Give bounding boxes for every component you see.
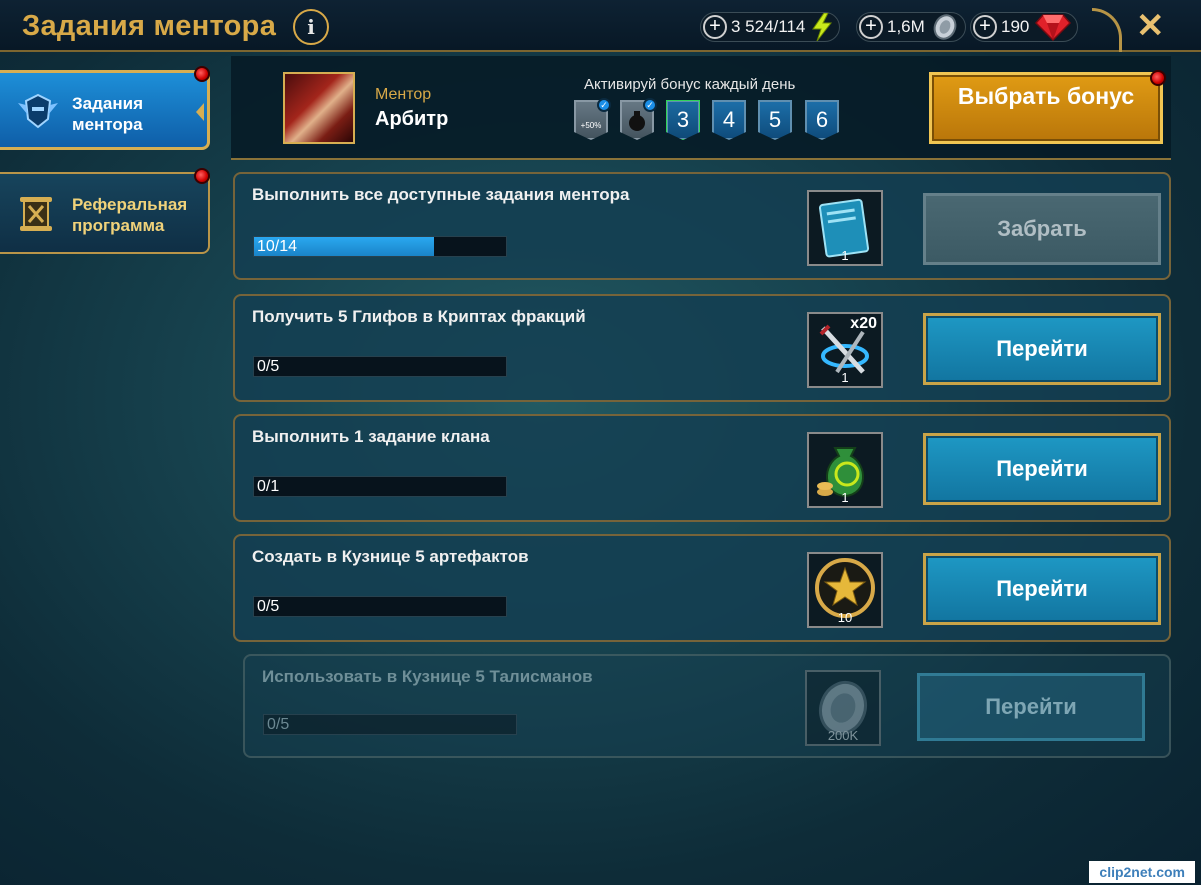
sidebar-item-label: Реферальная программа	[72, 195, 188, 235]
top-bar: Задания ментора i + 3 524/114 + 1,6M + 1…	[0, 0, 1201, 52]
energy-value: 3 524/114	[731, 17, 806, 36]
reward-slot[interactable]: 1	[807, 190, 883, 266]
notification-dot	[194, 168, 210, 184]
mentor-name: Арбитр	[375, 108, 449, 130]
reward-count: 10	[837, 610, 853, 625]
gems-counter: + 190	[970, 12, 1079, 42]
notification-dot	[1150, 70, 1166, 86]
bonus-day-3[interactable]: 3	[666, 100, 700, 140]
reward-slot[interactable]: 1	[807, 432, 883, 508]
reward-slot[interactable]: 200K	[805, 670, 881, 746]
claim-button[interactable]: Забрать	[923, 193, 1161, 265]
page-title: Задания ментора	[22, 10, 277, 42]
progress-bar: 0/5	[263, 714, 517, 735]
add-gems-button[interactable]: +	[973, 15, 997, 39]
progress-bar: 0/1	[253, 476, 507, 497]
bonus-title: Активируй бонус каждый день	[584, 76, 796, 93]
quest-row: Выполнить 1 задание клана 0/1 1 Перейти	[233, 414, 1171, 522]
coin-icon	[933, 14, 957, 40]
mentor-panel: Ментор Арбитр Активируй бонус каждый ден…	[231, 56, 1171, 160]
notification-dot	[194, 66, 210, 82]
mentor-label: Ментор	[375, 86, 432, 103]
go-button[interactable]: Перейти	[923, 553, 1161, 625]
sidebar-item-referral[interactable]: Реферальная программа	[0, 172, 210, 254]
ruby-icon	[1035, 14, 1072, 41]
reward-count: 1	[841, 490, 849, 505]
bonus-day-label: +50%	[580, 121, 602, 130]
bonus-day-5[interactable]: 5	[758, 100, 792, 140]
sidebar-item-label: Задания ментора	[72, 94, 143, 134]
check-icon: ✓	[643, 98, 657, 112]
lightning-icon	[812, 13, 833, 41]
add-silver-button[interactable]: +	[859, 15, 883, 39]
quest-title: Выполнить 1 задание клана	[252, 427, 490, 446]
silver-counter: + 1,6M	[856, 12, 966, 42]
gems-value: 190	[1001, 17, 1030, 36]
energy-counter: + 3 524/114	[700, 12, 841, 42]
progress-bar: 0/5	[253, 356, 507, 377]
quest-row: Использовать в Кузнице 5 Талисманов 0/5 …	[243, 654, 1171, 758]
scroll-icon	[20, 197, 52, 231]
corner-ornament	[1092, 8, 1122, 52]
quest-title: Получить 5 Глифов в Криптах фракций	[252, 307, 586, 326]
sidebar-item-mentor-tasks[interactable]: Задания ментора	[0, 70, 210, 150]
close-button[interactable]: ✕	[1136, 6, 1165, 46]
reward-count: 1	[841, 370, 849, 385]
active-arrow-icon	[196, 103, 204, 121]
go-button[interactable]: Перейти	[917, 673, 1145, 741]
progress-text: 10/14	[257, 238, 298, 255]
reward-count: 1	[841, 248, 849, 263]
quest-row: Создать в Кузнице 5 артефактов 0/5 10 Пе…	[233, 534, 1171, 642]
watermark: clip2net.com	[1089, 861, 1195, 883]
mentor-helmet-icon	[18, 93, 58, 129]
bonus-day-6[interactable]: 6	[805, 100, 839, 140]
check-icon: ✓	[597, 98, 611, 112]
choose-bonus-button[interactable]: Выбрать бонус	[929, 72, 1163, 144]
progress-bar: 0/5	[253, 596, 507, 617]
info-button[interactable]: i	[293, 9, 329, 45]
add-energy-button[interactable]: +	[703, 15, 727, 39]
go-button[interactable]: Перейти	[923, 313, 1161, 385]
quest-title: Использовать в Кузнице 5 Талисманов	[262, 667, 593, 686]
quest-title: Создать в Кузнице 5 артефактов	[252, 547, 529, 566]
bonus-day-4[interactable]: 4	[712, 100, 746, 140]
silver-value: 1,6M	[887, 17, 925, 36]
reward-slot[interactable]: x20 1	[807, 312, 883, 388]
quest-row: Выполнить все доступные задания ментора …	[233, 172, 1171, 280]
quest-row: Получить 5 Глифов в Криптах фракций 0/5 …	[233, 294, 1171, 402]
potion-icon	[629, 111, 645, 131]
progress-text: 0/5	[257, 598, 280, 615]
quest-title: Выполнить все доступные задания ментора	[252, 185, 630, 204]
reward-count: 200K	[827, 728, 859, 743]
progress-bar: 10/14	[253, 236, 507, 257]
go-button[interactable]: Перейти	[923, 433, 1161, 505]
reward-slot[interactable]: 10	[807, 552, 883, 628]
progress-text: 0/1	[257, 478, 280, 495]
progress-text: 0/5	[267, 716, 290, 733]
progress-text: 0/5	[257, 358, 280, 375]
reward-multiplier: x20	[850, 315, 877, 332]
mentor-avatar	[283, 72, 355, 144]
